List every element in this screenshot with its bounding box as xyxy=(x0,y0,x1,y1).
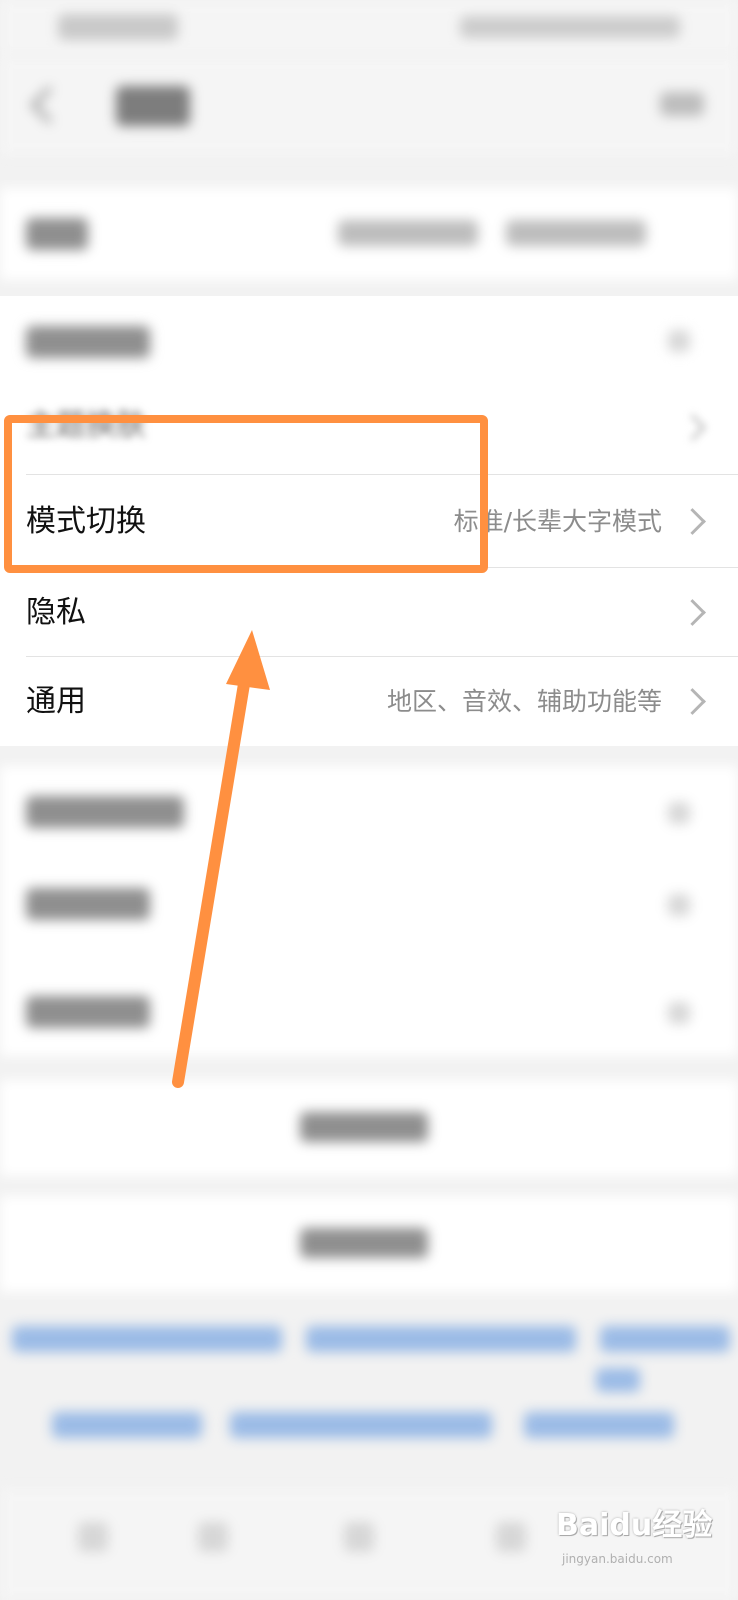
baidu-watermark: Baidu经验 jingyan.baidu.com xyxy=(556,1500,713,1566)
watermark-brand: Baidu经验 xyxy=(556,1508,713,1543)
annotation-arrow-icon xyxy=(172,630,270,1088)
watermark-url: jingyan.baidu.com xyxy=(562,1552,673,1566)
